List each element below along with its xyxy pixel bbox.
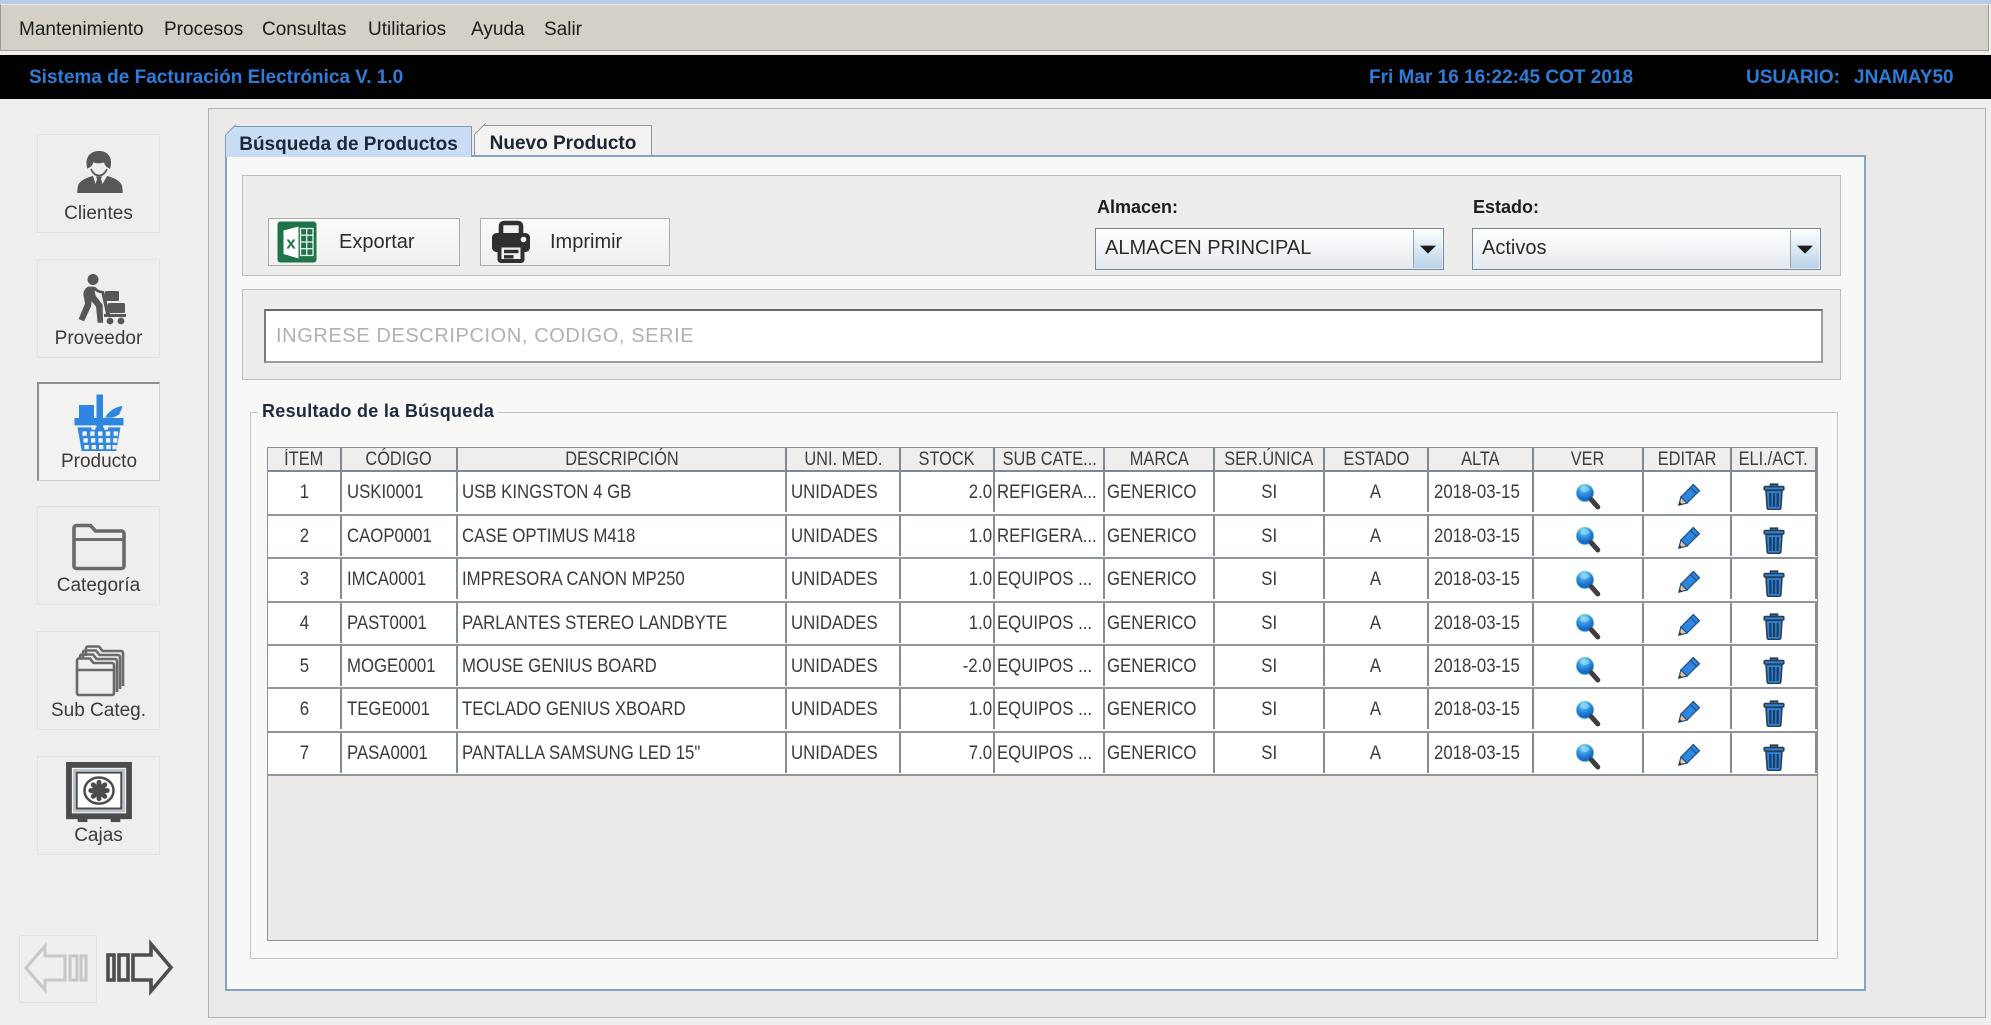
svg-text:x: x (286, 234, 296, 253)
